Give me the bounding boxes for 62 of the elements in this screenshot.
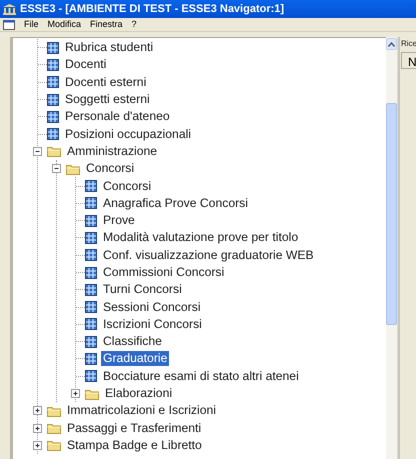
tree-item[interactable]: Graduatorie (101, 351, 170, 366)
grid-icon (85, 352, 97, 365)
grid-icon (85, 301, 97, 314)
tree-item[interactable]: Personale d'ateneo (63, 109, 172, 124)
expanded-icon[interactable] (33, 146, 42, 156)
tree-item[interactable]: Classifiche (101, 334, 164, 350)
window-icon (3, 20, 15, 30)
grid-icon (85, 249, 97, 262)
tree-item[interactable]: Docenti (63, 57, 108, 72)
folder-icon (47, 439, 61, 452)
tree-item[interactable]: Prove (101, 213, 137, 228)
tree-item[interactable]: Modalità valutazione prove per titolo (101, 230, 300, 246)
tree-item[interactable]: Rubrica studenti (63, 40, 156, 56)
tree-item[interactable]: Soggetti esterni (63, 92, 152, 108)
grid-icon (47, 110, 59, 123)
tree-item[interactable]: Conf. visualizzazione graduatorie WEB (101, 248, 316, 263)
side-button[interactable]: N (401, 52, 416, 69)
tree-item[interactable]: Concorsi (84, 161, 136, 176)
menu-item[interactable]: File (24, 18, 39, 32)
window-title: ESSE3 - [AMBIENTE DI TEST - ESSE3 Navigator:1] (20, 2, 284, 17)
scroll-thumb[interactable] (386, 103, 397, 325)
grid-icon (85, 197, 97, 210)
tree-item[interactable]: Anagrafica Prove Concorsi (101, 196, 250, 211)
grid-icon (85, 232, 97, 244)
tree-item[interactable]: Concorsi (101, 178, 154, 194)
tree-item[interactable]: Sessioni Concorsi (101, 300, 203, 315)
grid-icon (47, 58, 59, 71)
scrollbar[interactable] (386, 37, 398, 459)
tree-item[interactable]: Elaborazioni (103, 386, 174, 402)
grid-icon (47, 42, 59, 54)
grid-icon (47, 76, 59, 88)
tree-item[interactable]: Turni Concorsi (101, 282, 184, 298)
folder-icon (85, 388, 99, 400)
building-icon (3, 4, 16, 14)
folder-icon (47, 422, 61, 434)
tree-item[interactable]: Bocciature esami di stato altri atenei (101, 368, 301, 384)
grid-icon (85, 318, 97, 330)
grid-icon (47, 94, 59, 106)
tree-item[interactable]: Immatricolazioni e Iscrizioni (65, 403, 218, 418)
tree-item[interactable]: Amministrazione (65, 144, 160, 159)
tree-item[interactable]: Docenti esterni (63, 74, 148, 90)
grid-icon (85, 180, 97, 192)
menu-item[interactable]: Finestra (90, 18, 123, 32)
grid-icon (85, 370, 97, 382)
grid-icon (85, 284, 97, 296)
grid-icon (85, 266, 97, 278)
expanded-icon[interactable] (52, 164, 61, 174)
chevron-up-icon (388, 42, 395, 46)
tree-item[interactable]: Stampa Badge e Libretto (65, 438, 204, 453)
menu-item[interactable]: ? (132, 18, 137, 32)
grid-icon (85, 214, 97, 227)
tree-item[interactable]: Passaggi e Trasferimenti (65, 420, 204, 436)
folder-icon (47, 145, 61, 158)
tree-item[interactable]: Commissioni Concorsi (101, 265, 226, 280)
folder-icon (47, 404, 61, 417)
scroll-up-button[interactable] (386, 38, 397, 50)
menu-item[interactable]: Modifica (48, 18, 82, 32)
folder-icon (66, 162, 80, 175)
grid-icon (85, 336, 97, 348)
grid-icon (47, 128, 59, 140)
tree-item[interactable]: Posizioni occupazionali (63, 126, 194, 142)
tree-item[interactable]: Iscrizioni Concorsi (101, 316, 204, 332)
